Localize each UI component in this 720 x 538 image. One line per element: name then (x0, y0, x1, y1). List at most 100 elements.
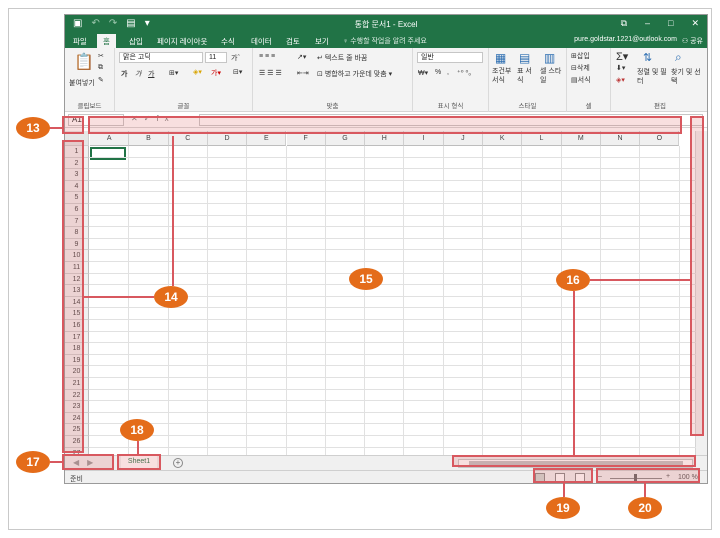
highlight-zoom (596, 468, 700, 483)
autosum-icon[interactable]: Σ▾ (616, 50, 628, 63)
gridline-horizontal (89, 411, 696, 413)
gridline-horizontal (89, 226, 696, 228)
gridline-horizontal (89, 319, 696, 320)
active-cell[interactable] (90, 147, 126, 160)
tab-view[interactable]: 보기 (315, 36, 329, 47)
bold-button[interactable]: 가 (121, 69, 127, 79)
group-label-styles: 스타일 (518, 103, 537, 110)
wrap-text-button[interactable]: ↵ 텍스트 줄 바꿈 (317, 53, 367, 63)
tab-formulas[interactable]: 수식 (221, 36, 235, 47)
find-select-icon[interactable]: ⌕ (675, 50, 682, 65)
gridline-horizontal (89, 435, 696, 436)
account-name[interactable]: pure.goldstar.1221@outlook.com (574, 36, 677, 43)
merge-center-button[interactable]: ⊡ 병합하고 가운데 맞춤 ▾ (317, 69, 392, 79)
currency-icon[interactable]: ₩▾ (418, 69, 428, 77)
leader-16a (590, 279, 690, 281)
group-editing: Σ▾ ⬇▾ ◈▾ ⇅ 정렬 및 필터 ⌕ 찾기 및 선택 편집 (611, 48, 707, 112)
font-color-icon[interactable]: 가▾ (211, 68, 221, 78)
insert-cells-button[interactable]: ⊞삽입 (571, 51, 590, 61)
tab-insert[interactable]: 삽입 (129, 36, 143, 47)
table-format-icon[interactable]: ▤ (519, 51, 530, 65)
sort-filter-icon[interactable]: ⇅ (643, 51, 652, 64)
paste-button[interactable]: 붙여넣기 (69, 78, 95, 88)
orientation-icon[interactable]: ↗▾ (297, 53, 306, 61)
gridline-horizontal (89, 249, 696, 251)
comma-icon[interactable]: , (447, 69, 449, 76)
cell-styles-icon[interactable]: ▥ (544, 51, 555, 65)
paste-icon[interactable]: 📋 (74, 52, 94, 72)
gridline-horizontal (89, 191, 696, 193)
share-button[interactable]: ⚇ 공유 (682, 36, 703, 46)
indent-icon[interactable]: ⇤⇥ (297, 69, 309, 77)
callout-15: 15 (349, 268, 383, 290)
callout-18: 18 (120, 419, 154, 441)
sort-filter-button[interactable]: 정렬 및 필터 (637, 68, 667, 86)
callout-17: 17 (16, 451, 50, 473)
fill-color-icon[interactable]: ◈▾ (193, 68, 202, 76)
italic-button[interactable]: 가 (135, 69, 141, 79)
conditional-format-icon[interactable]: ▦ (495, 51, 506, 65)
callout-19: 19 (546, 497, 580, 519)
increase-font-icon[interactable]: 가ˆ (231, 53, 240, 63)
borders-icon[interactable]: ⊞▾ (169, 69, 178, 77)
cut-icon[interactable]: ✂ (98, 52, 104, 60)
font-size-select[interactable]: 11 (205, 52, 227, 63)
delete-cells-button[interactable]: ⊟삭제 (571, 63, 590, 73)
highlight-sheet-nav (62, 454, 114, 470)
gridline-horizontal (89, 330, 696, 332)
leader-13 (48, 127, 62, 129)
leader-18 (137, 441, 139, 454)
table-format-button[interactable]: 표 서식 (517, 67, 537, 85)
font-name-select[interactable]: 맑은 고딕 (119, 52, 203, 63)
leader-19 (563, 483, 565, 497)
conditional-format-button[interactable]: 조건부 서식 (492, 67, 514, 85)
group-label-number: 표시 형식 (437, 103, 464, 110)
highlight-select-all (62, 116, 84, 134)
find-select-button[interactable]: 찾기 및 선택 (671, 68, 703, 86)
group-label-cells: 셀 (585, 103, 592, 110)
minimize-icon[interactable]: – (645, 18, 650, 29)
fill-icon[interactable]: ⬇▾ (616, 64, 625, 72)
gridline-horizontal (89, 168, 696, 170)
decimal-icon[interactable]: ⁺⁰ ⁰₀ (457, 69, 471, 77)
group-font: 맑은 고딕 11 가ˆ 가 가 가 ⊞▾ ◈▾ 가▾ ⊟▾ 글꼴 (115, 48, 253, 112)
tab-page-layout[interactable]: 페이지 레이아웃 (157, 36, 207, 47)
merge-icon: ⊡ (317, 71, 325, 78)
group-alignment: ≡ ≡ ≡ ↗▾ ☰ ☰ ☰ ⇤⇥ ↵ 텍스트 줄 바꿈 ⊡ 병합하고 가운데 … (253, 48, 413, 112)
copy-icon[interactable]: ⧉ (98, 64, 103, 72)
format-cells-button[interactable]: ▤서식 (571, 75, 591, 85)
highlight-vertical-scrollbar (690, 116, 704, 436)
phonetic-icon[interactable]: ⊟▾ (233, 68, 242, 76)
maximize-icon[interactable]: □ (668, 18, 673, 29)
group-label-editing: 편집 (654, 103, 666, 110)
ribbon-tabs: 파일 홈 삽입 페이지 레이아웃 수식 데이터 검토 보기 ♀ 수행할 작업을 … (65, 34, 707, 48)
group-number: 일반 ₩▾ % , ⁺⁰ ⁰₀ 표시 형식 (413, 48, 489, 112)
leader-14b (172, 136, 174, 286)
tab-file[interactable]: 파일 (73, 36, 87, 47)
leader-14a (84, 296, 154, 298)
format-painter-icon[interactable]: ✎ (98, 76, 104, 84)
underline-button[interactable]: 가 (148, 69, 154, 79)
group-cells: ⊞삽입 ⊟삭제 ▤서식 셀 (567, 48, 611, 112)
clear-icon[interactable]: ◈▾ (616, 76, 625, 84)
tell-me-box[interactable]: ♀ 수행할 작업을 알려 주세요 (343, 36, 427, 46)
add-sheet-icon[interactable]: + (173, 458, 183, 468)
leader-16b (573, 291, 575, 455)
gridline-horizontal (89, 423, 696, 425)
number-format-select[interactable]: 일반 (417, 52, 483, 63)
tab-review[interactable]: 검토 (286, 36, 300, 47)
tab-data[interactable]: 데이터 (251, 36, 272, 47)
gridline-horizontal (89, 284, 696, 286)
align-left-icon[interactable]: ☰ ☰ ☰ (259, 69, 282, 77)
tab-home[interactable]: 홈 (97, 34, 116, 48)
align-top-icon[interactable]: ≡ ≡ ≡ (259, 53, 275, 60)
percent-button[interactable]: % (435, 69, 441, 76)
callout-16: 16 (556, 269, 590, 291)
close-icon[interactable]: ✕ (691, 18, 699, 29)
callout-14: 14 (154, 286, 188, 308)
status-ready: 준비 (70, 476, 83, 483)
window-title: 통합 문서1 - Excel (354, 20, 418, 29)
highlight-view-buttons (533, 468, 593, 483)
cell-styles-button[interactable]: 셀 스타일 (540, 67, 566, 85)
ribbon-display-icon[interactable]: ⧉ (621, 18, 627, 29)
